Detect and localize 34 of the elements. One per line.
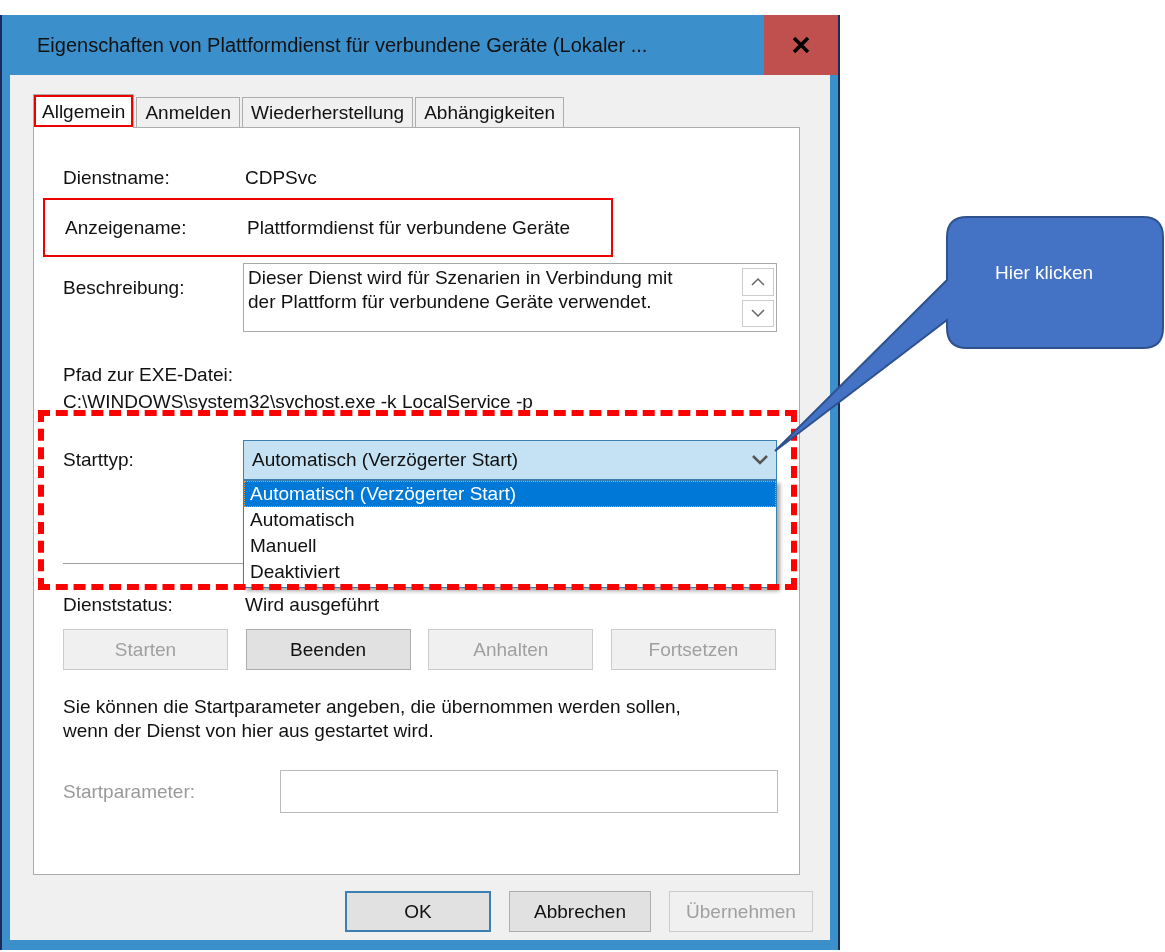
dialog-button[interactable]: Abbrechen bbox=[509, 891, 651, 932]
field-value: Plattformdienst für verbundene Geräte bbox=[247, 216, 572, 239]
tab[interactable]: Abhängigkeiten bbox=[415, 97, 565, 127]
tab[interactable]: Wiederherstellung bbox=[242, 97, 414, 127]
description-text: Dieser Dienst wird für Szenarien in Verbindung mit der Plattform für verbundene Geräte verwendet. bbox=[247, 266, 674, 314]
exe-path-text: C:\WINDOWS\system32\svchost.exe -k LocalService -p bbox=[63, 391, 534, 413]
start-type-dropdown[interactable]: Automatisch (Verzögerter Start) bbox=[243, 440, 777, 480]
chevron-up-icon bbox=[751, 277, 765, 287]
field-label: Anzeigename: bbox=[65, 216, 188, 239]
close-icon bbox=[792, 36, 810, 54]
field-label: Starttyp: bbox=[63, 449, 135, 471]
dropdown-option[interactable]: Manuell bbox=[244, 533, 776, 559]
dropdown-option[interactable]: Deaktiviert bbox=[244, 559, 776, 585]
field-value: CDPSvc bbox=[245, 167, 318, 189]
dropdown-option[interactable]: Automatisch (Verzögerter Start) bbox=[244, 481, 776, 507]
close-button[interactable] bbox=[764, 15, 838, 75]
field-label: Beschreibung: bbox=[63, 277, 186, 300]
window-title: Eigenschaften von Plattformdienst für verbundene Geräte (Lokaler ... bbox=[36, 33, 649, 57]
dropdown-option[interactable]: Automatisch bbox=[244, 507, 776, 533]
dialog-button[interactable]: OK bbox=[345, 891, 491, 932]
service-button[interactable]: Beenden bbox=[245, 629, 411, 670]
field-label: Dienstname: bbox=[63, 167, 171, 189]
field-label: Pfad zur EXE-Datei: bbox=[63, 364, 235, 386]
field-label: Dienststatus: bbox=[63, 594, 174, 616]
tab[interactable]: Anmelden bbox=[136, 97, 240, 127]
chevron-down-icon bbox=[752, 455, 768, 465]
field-value: Wird ausgeführt bbox=[245, 594, 381, 616]
scroll-down-button[interactable] bbox=[742, 299, 774, 327]
tab[interactable]: Allgemein bbox=[33, 94, 135, 128]
hint-text: Sie können die Startparameter angeben, die übernommen werden sollen, wenn der Dienst von hier aus gestartet wird. bbox=[63, 695, 682, 743]
callout-text: Hier klicken bbox=[995, 262, 1094, 284]
chevron-down-icon bbox=[751, 308, 765, 318]
field-label: Startparameter: bbox=[63, 780, 196, 803]
scroll-up-button[interactable] bbox=[742, 268, 774, 296]
